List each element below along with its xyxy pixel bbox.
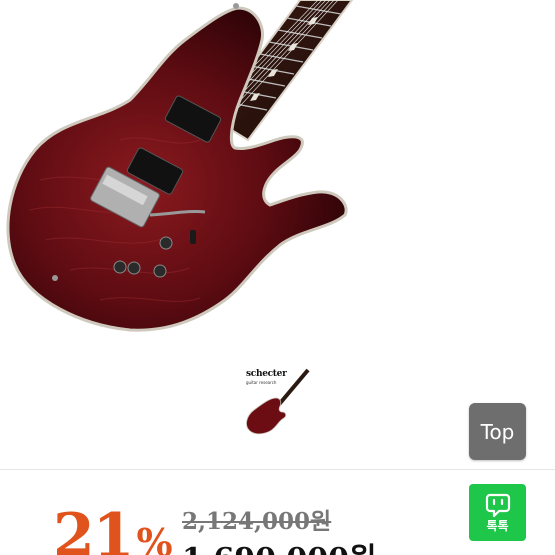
price-section: 21% 2,124,000원 1,690,000원 [0, 470, 460, 555]
guitar-image [6, 0, 354, 332]
thumbnail-brand-sub: guitar research [246, 380, 277, 385]
original-price: 2,124,000원 [182, 508, 332, 535]
product-main-image[interactable] [0, 0, 555, 350]
discount-rate: 21% [53, 506, 173, 555]
discount-value: 21 [53, 501, 134, 555]
talktalk-label: 톡톡 [486, 519, 509, 533]
top-button-label: Top [480, 419, 515, 444]
scroll-to-top-button[interactable]: Top [469, 403, 526, 460]
chat-bubble-icon [485, 493, 511, 518]
thumbnail-image[interactable]: schecter guitar research [240, 368, 312, 436]
talktalk-chat-button[interactable]: 톡톡 [469, 484, 526, 541]
discount-unit: % [136, 520, 173, 555]
sale-price: 1,690,000원 [182, 544, 377, 555]
thumbnail-brand: schecter [246, 369, 287, 379]
